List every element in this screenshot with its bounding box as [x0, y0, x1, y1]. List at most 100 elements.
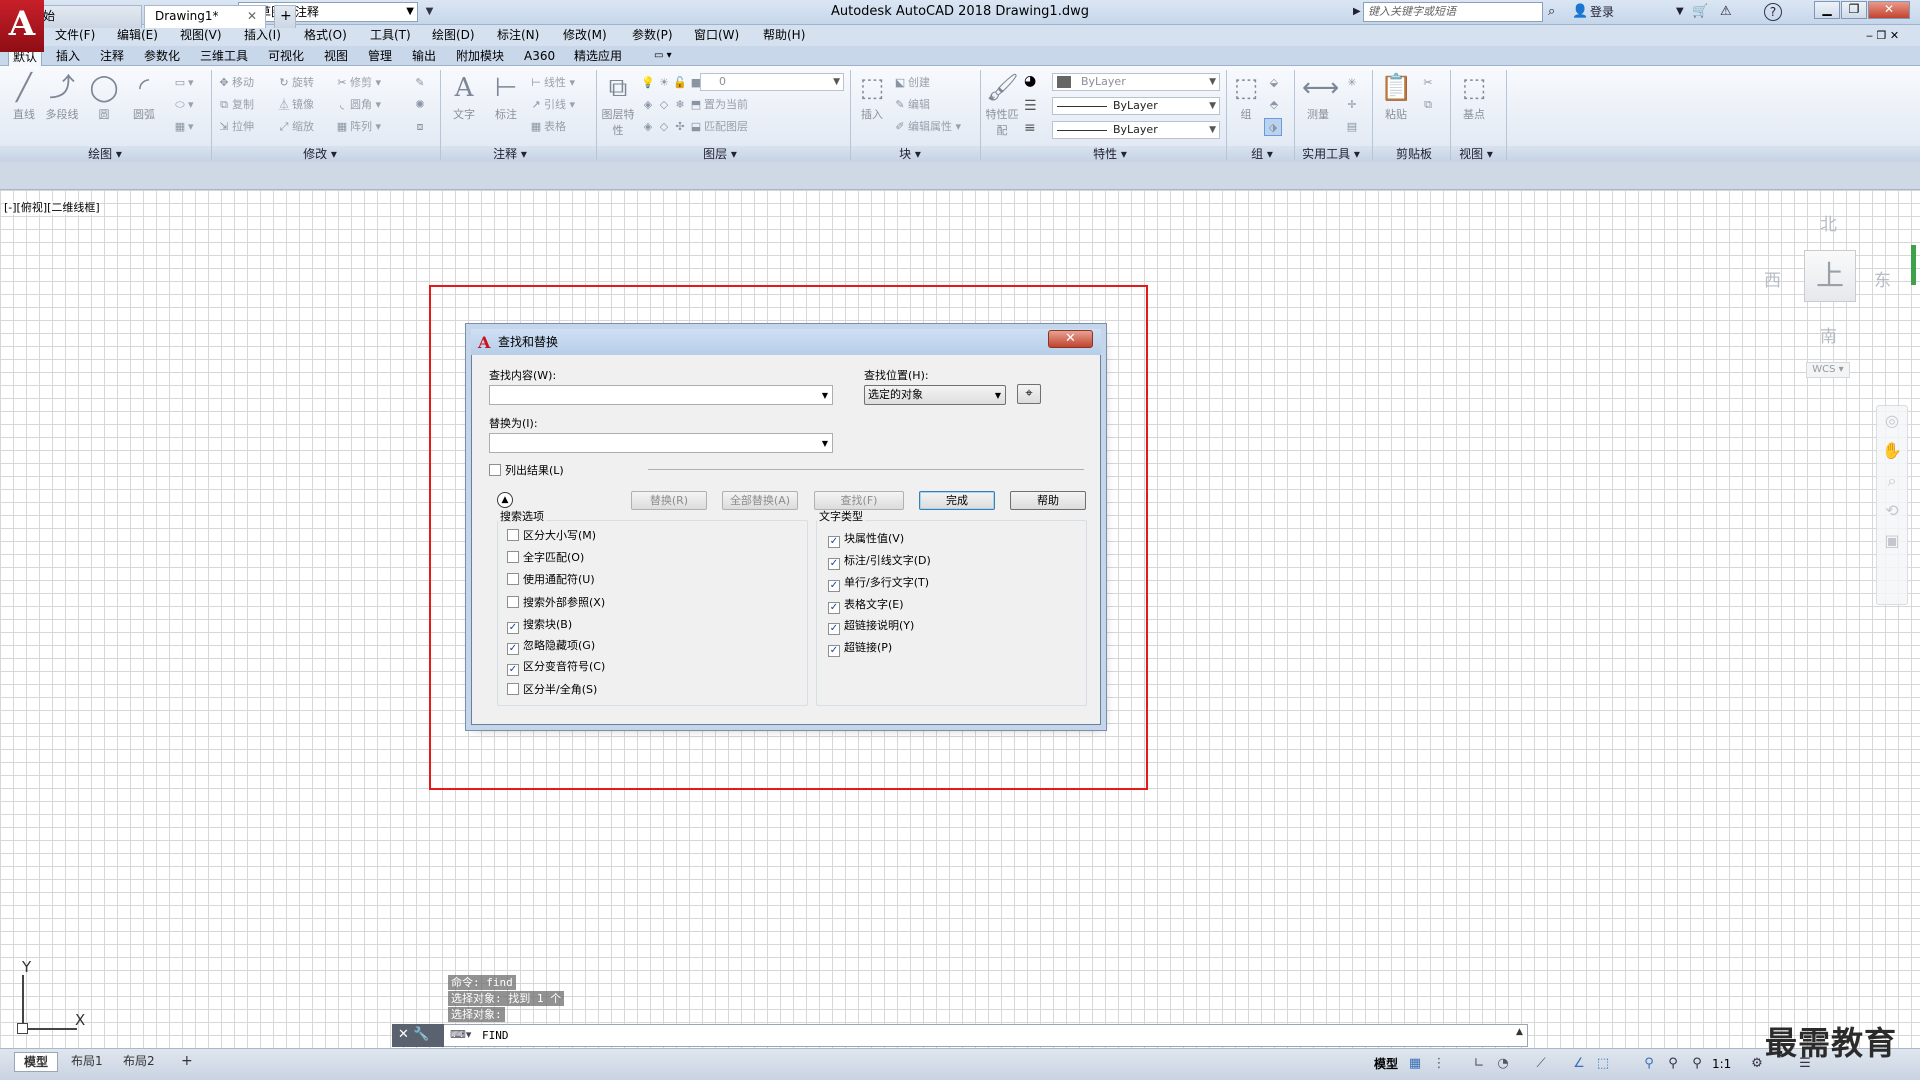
menu-dimension[interactable]: 标注(N) [497, 27, 539, 44]
point-style-tool[interactable]: ✳ [1344, 74, 1360, 92]
menu-edit[interactable]: 编辑(E) [117, 27, 158, 44]
close-window-button[interactable]: ✕ [1868, 1, 1910, 19]
object-snap-tracking-icon[interactable]: ∠ [1570, 1055, 1588, 1073]
hatch-tool[interactable]: ▦ ▾ [172, 118, 194, 136]
search-option-checkbox[interactable]: 全字匹配(O) [507, 550, 584, 566]
login-dropdown-icon[interactable]: ▼ [1676, 3, 1684, 21]
wrench-icon[interactable]: 🔧 [413, 1027, 429, 1042]
collapse-options-button[interactable]: ▲ [497, 492, 513, 508]
panel-title-annotation[interactable]: 注释 ▾ [470, 147, 550, 162]
create-block-tool[interactable]: ⬕ 创建 [892, 74, 930, 92]
leader-tool[interactable]: ↗ 引线 ▾ [528, 96, 575, 114]
binoculars-search-icon[interactable]: ⌕ [1548, 3, 1555, 21]
viewcube-north[interactable]: 北 [1820, 210, 1837, 235]
panel-title-layers[interactable]: 图层 ▾ [680, 147, 760, 162]
menu-parametric[interactable]: 参数(P) [632, 27, 673, 44]
polar-icon[interactable]: ◔ [1494, 1055, 1512, 1073]
annotation-visibility-icon[interactable]: ⚲ [1640, 1055, 1658, 1073]
cut-tool[interactable]: ✂ [1420, 74, 1436, 92]
command-input[interactable]: FIND [482, 1028, 509, 1043]
search-option-checkbox[interactable]: 区分半/全角(S) [507, 682, 597, 698]
measure-tool[interactable]: ⟷ 测量 [1298, 72, 1339, 122]
tab-3d-tools[interactable]: 三维工具 [196, 47, 252, 66]
trim-tool[interactable]: ✂ 修剪 ▾ [334, 74, 381, 92]
ortho-icon[interactable]: ∟ [1470, 1055, 1488, 1073]
tab-view[interactable]: 视图 [320, 47, 352, 66]
menu-format[interactable]: 格式(O) [304, 27, 347, 44]
ribbon-minimize-icon[interactable]: ▭ ▾ [650, 47, 676, 66]
rotate-tool[interactable]: ↻ 旋转 [276, 74, 314, 92]
layout-tab-layout2[interactable]: 布局2 [114, 1052, 164, 1072]
panel-title-draw[interactable]: 绘图 ▾ [60, 147, 150, 162]
menu-view[interactable]: 视图(V) [180, 27, 222, 44]
workspace-switch-icon[interactable]: ⚙ [1748, 1055, 1766, 1073]
dimension-tool[interactable]: ⊢ 标注 [486, 72, 526, 122]
auto-scale-icon[interactable]: ⚲ [1664, 1055, 1682, 1073]
search-option-checkbox[interactable]: 搜索外部参照(X) [507, 595, 605, 611]
fillet-tool[interactable]: ◟ 圆角 ▾ [334, 96, 381, 114]
replace-with-input[interactable]: ▼ [489, 433, 833, 453]
panel-title-properties[interactable]: 特性 ▾ [1070, 147, 1150, 162]
search-option-checkbox[interactable]: ✓ 忽略隐藏项(G) [507, 638, 595, 655]
ungroup-tool[interactable]: ⬙ [1266, 74, 1282, 92]
menu-file[interactable]: 文件(F) [55, 27, 95, 44]
copy-clip-tool[interactable]: ⧉ [1420, 96, 1436, 114]
linetype-select[interactable]: ByLayer ▼ [1052, 97, 1220, 115]
linear-dim-tool[interactable]: ⊢ 线性 ▾ [528, 74, 575, 92]
text-type-checkbox[interactable]: ✓ 表格文字(E) [828, 597, 904, 614]
orbit-icon[interactable]: ⟲ [1877, 496, 1907, 526]
viewport-controls[interactable]: [-][俯视][二维线框] [4, 201, 100, 215]
id-point-tool[interactable]: ✛ [1344, 96, 1360, 114]
line-tool[interactable]: ╱ 直线 [4, 72, 44, 122]
quick-access-dropdown-icon[interactable]: ▼ [420, 3, 439, 21]
close-icon[interactable]: ✕ [398, 1027, 409, 1042]
tab-manage[interactable]: 管理 [364, 47, 396, 66]
rectangle-tool[interactable]: ▭ ▾ [172, 74, 194, 92]
tab-a360[interactable]: A360 [520, 47, 559, 66]
tab-insert[interactable]: 插入 [52, 47, 84, 66]
application-menu-button[interactable]: A [0, 0, 44, 52]
lineweight-select[interactable]: ByLayer ▼ [1052, 121, 1220, 139]
panel-title-view[interactable]: 视图 ▾ [1446, 147, 1506, 162]
polyline-tool[interactable]: ⤴ 多段线 [42, 72, 82, 122]
pan-icon[interactable]: ✋ [1877, 436, 1907, 466]
menu-modify[interactable]: 修改(M) [563, 27, 607, 44]
layer-tools-row-1[interactable]: ◈ ◇ ❄ ⬒ 置为当前 [640, 96, 748, 114]
help-button[interactable]: 帮助 [1010, 491, 1086, 510]
close-icon[interactable]: ✕ [247, 6, 257, 27]
menu-help[interactable]: 帮助(H) [763, 27, 805, 44]
search-option-checkbox[interactable]: 区分大小写(M) [507, 528, 596, 544]
replace-all-button[interactable]: 全部替换(A) [722, 491, 798, 510]
move-tool[interactable]: ✥ 移动 [216, 74, 254, 92]
panel-title-utilities[interactable]: 实用工具 ▾ [1296, 147, 1366, 162]
offset-tool[interactable]: ⧈ [412, 118, 428, 136]
search-option-checkbox[interactable]: ✓ 搜索块(B) [507, 617, 572, 634]
tab-parametric[interactable]: 参数化 [140, 47, 184, 66]
grid-icon[interactable]: ▦ [1406, 1055, 1424, 1073]
select-objects-button[interactable]: ⌖ [1017, 384, 1041, 404]
find-where-select[interactable]: 选定的对象 ▼ [864, 385, 1006, 405]
text-type-checkbox[interactable]: ✓ 标注/引线文字(D) [828, 553, 931, 570]
add-layout-button[interactable]: + [172, 1052, 202, 1072]
tab-addins[interactable]: 附加模块 [452, 47, 508, 66]
annotation-scale-icon[interactable]: ⚲ [1688, 1055, 1706, 1073]
copy-tool[interactable]: ⧉ 复制 [216, 96, 254, 114]
calculator-tool[interactable]: ▤ [1344, 118, 1360, 136]
menu-insert[interactable]: 插入(I) [244, 27, 281, 44]
menu-draw[interactable]: 绘图(D) [432, 27, 475, 44]
viewcube-east[interactable]: 东 [1874, 266, 1891, 291]
layout-tab-layout1[interactable]: 布局1 [62, 1052, 112, 1072]
table-tool[interactable]: ▦ 表格 [528, 118, 566, 136]
erase-tool[interactable]: ✎ [412, 74, 428, 92]
help-button[interactable]: ? [1764, 3, 1782, 21]
command-prompt-icon[interactable]: ⌨▾ [450, 1028, 471, 1041]
match-properties-tool[interactable]: 🖌 特性匹配 [982, 72, 1022, 138]
snap-icon[interactable]: ⋮ [1430, 1055, 1448, 1073]
tab-annotate[interactable]: 注释 [96, 47, 128, 66]
layout-tab-model[interactable]: 模型 [14, 1052, 59, 1072]
text-tool[interactable]: A 文字 [444, 72, 484, 122]
ellipse-tool[interactable]: ⬭ ▾ [172, 96, 193, 114]
search-expand-icon[interactable]: ▶ [1353, 3, 1361, 21]
text-type-checkbox[interactable]: ✓ 超链接说明(Y) [828, 618, 914, 635]
text-type-checkbox[interactable]: ✓ 块属性值(V) [828, 531, 904, 548]
